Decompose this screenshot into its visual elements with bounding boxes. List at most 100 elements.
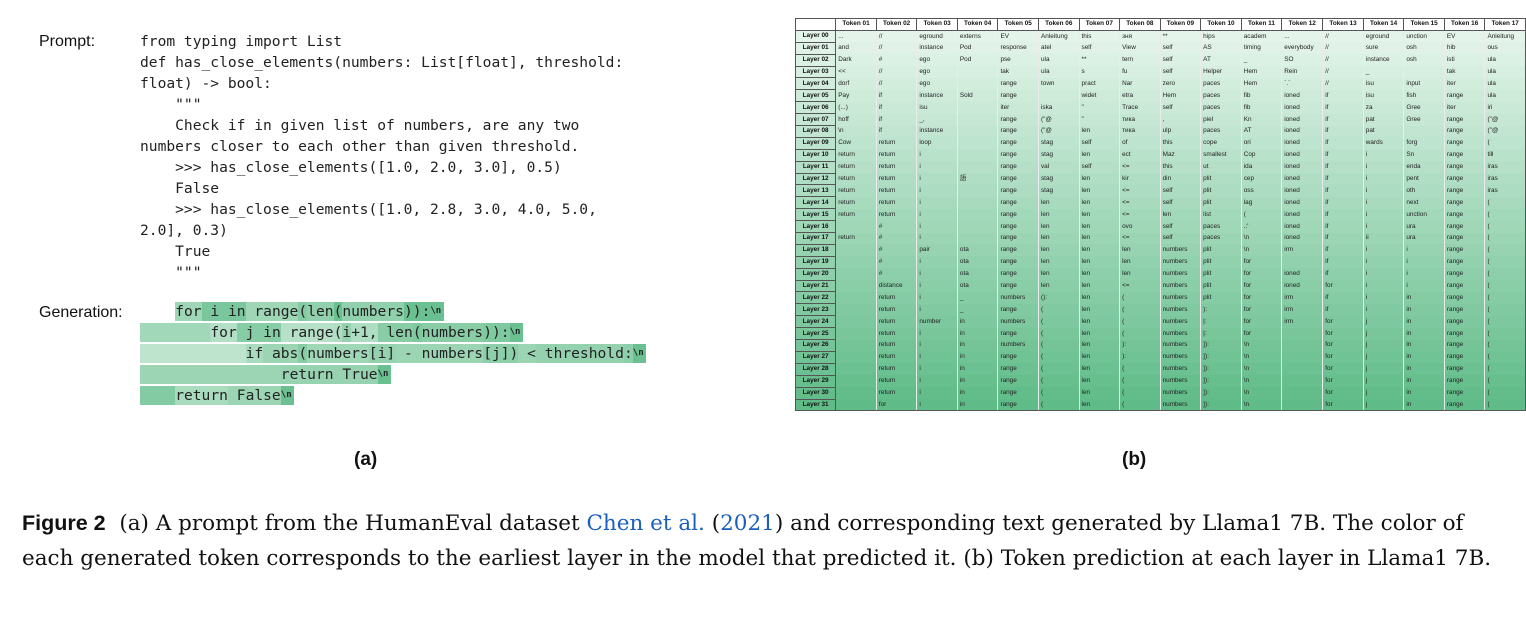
- prediction-cell: self: [1078, 42, 1120, 55]
- prediction-cell: \n: [1240, 387, 1282, 399]
- prediction-cell: range: [1443, 208, 1485, 221]
- prediction-cell: #: [875, 244, 917, 257]
- prediction-cell: <=: [1119, 184, 1161, 197]
- prediction-cell: range: [1443, 303, 1485, 316]
- panel-a: Prompt: from typing import List def has_c…: [0, 0, 760, 480]
- prediction-cell: osh: [1403, 42, 1445, 55]
- generated-token: in: [219, 302, 246, 321]
- prediction-cell: instance: [916, 125, 958, 138]
- prediction-cell: tak: [1443, 66, 1485, 78]
- prediction-cell: [835, 280, 877, 292]
- prediction-cell: [1403, 66, 1445, 78]
- prediction-cell: ula: [1037, 54, 1080, 67]
- panel-a-label: (a): [354, 449, 378, 470]
- prediction-cell: (: [1119, 399, 1161, 412]
- layer-row-header: Layer 18: [794, 243, 837, 257]
- prediction-cell: ura: [1403, 232, 1445, 245]
- prediction-cell: ioned: [1281, 220, 1323, 233]
- prediction-cell: (: [1484, 244, 1526, 257]
- prediction-cell: j: [1362, 315, 1404, 328]
- prompt-line: True: [140, 243, 211, 260]
- generated-token: if: [245, 344, 264, 363]
- prediction-cell: if: [1322, 196, 1364, 209]
- prediction-cell: range: [997, 351, 1039, 364]
- prediction-cell: return: [835, 208, 877, 221]
- prediction-cell: return: [835, 232, 877, 245]
- prediction-cell: [835, 291, 877, 304]
- table-row: Layer 22 return i _ numbers (): len(numbers pli…: [794, 291, 1526, 305]
- prediction-cell: SO: [1281, 54, 1323, 67]
- prediction-cell: (...): [835, 101, 877, 114]
- prediction-cell: ioned: [1281, 173, 1323, 185]
- prediction-cell: (: [1484, 137, 1526, 150]
- generated-token: range: [245, 302, 299, 321]
- generated-token: [140, 386, 176, 405]
- prediction-cell: stag: [1037, 184, 1080, 197]
- prediction-cell: len: [1078, 125, 1120, 138]
- prediction-cell: j: [1362, 399, 1404, 412]
- prediction-cell: return: [875, 351, 917, 364]
- prediction-cell: in: [1403, 291, 1445, 304]
- prediction-cell: if: [1322, 101, 1364, 114]
- prediction-cell: [835, 363, 877, 376]
- prediction-cell: range: [1443, 232, 1485, 245]
- prediction-cell: self: [1159, 66, 1201, 78]
- prediction-cell: ect: [1119, 149, 1161, 162]
- prediction-cell: return: [875, 137, 917, 150]
- generated-token: abs: [263, 344, 299, 363]
- token-column-header: Token 08: [1119, 18, 1161, 31]
- prediction-cell: Hem: [1240, 77, 1282, 90]
- generated-token: len: [307, 302, 334, 321]
- prediction-cell: iter: [997, 101, 1039, 114]
- prediction-cell: ida: [1240, 161, 1282, 174]
- prediction-cell: Helper: [1200, 66, 1242, 78]
- prediction-cell: [956, 149, 998, 162]
- token-column-header: Token 16: [1443, 18, 1486, 31]
- prediction-cell: len: [1078, 387, 1120, 399]
- prediction-cell: ]):: [1200, 375, 1242, 388]
- prediction-cell: for: [1322, 315, 1364, 328]
- prediction-cell: hips: [1200, 30, 1242, 43]
- prediction-cell: numbers: [1159, 303, 1201, 316]
- generated-token: return: [175, 386, 228, 405]
- generated-token: :: [624, 344, 633, 363]
- layer-row-header: Layer 13: [794, 184, 837, 198]
- prediction-cell: (: [1037, 327, 1080, 340]
- prediction-cell: if: [875, 101, 917, 114]
- prediction-cell: EV: [1443, 30, 1485, 43]
- table-header-row: Token 01 Token 02 Token 03 Token 04 Token 05…: [794, 18, 1526, 31]
- prediction-cell: in: [1403, 363, 1445, 376]
- prediction-cell: range: [997, 363, 1039, 376]
- prompt-code: from typing import List def has_close_ele…: [140, 31, 623, 283]
- prediction-cell: iska: [1037, 101, 1080, 114]
- layer-row-header: Layer 25: [794, 327, 837, 341]
- prediction-cell: ]):: [1200, 363, 1242, 376]
- prediction-cell: range: [1443, 149, 1485, 162]
- prediction-cell: (: [1119, 375, 1161, 388]
- generated-token: range: [280, 323, 334, 342]
- prompt-line: """: [140, 264, 202, 281]
- generated-token: (: [412, 323, 422, 342]
- prediction-cell: тика: [1119, 113, 1161, 126]
- prediction-cell: in: [1403, 339, 1445, 352]
- newline-token: \n: [280, 386, 294, 405]
- prediction-cell: [1281, 399, 1323, 412]
- citation-year-link[interactable]: 2021: [720, 511, 775, 536]
- prediction-cell: unction: [1403, 208, 1445, 221]
- prediction-cell: hoff: [835, 113, 877, 126]
- prediction-cell: paces: [1200, 101, 1242, 114]
- citation-author-link[interactable]: Chen et al.: [586, 511, 704, 536]
- prediction-cell: fish: [1403, 89, 1445, 102]
- prediction-cell: ]):: [1200, 399, 1242, 412]
- table-row: Layer 07 hoff if _, range ("@ " тика, piel Kn ione…: [794, 113, 1526, 127]
- prediction-cell: in: [1403, 351, 1445, 364]
- prompt-line: numbers closer to each other than given …: [140, 138, 580, 155]
- prediction-cell: this: [1159, 161, 1201, 174]
- layer-row-header: Layer 11: [794, 160, 837, 174]
- prediction-cell: paces: [1200, 89, 1242, 102]
- prediction-cell: (: [1119, 291, 1161, 304]
- prediction-cell: [956, 196, 998, 209]
- prediction-cell: (: [1037, 303, 1080, 316]
- prediction-cell: if: [1322, 184, 1364, 197]
- prediction-cell: ulp: [1159, 125, 1201, 138]
